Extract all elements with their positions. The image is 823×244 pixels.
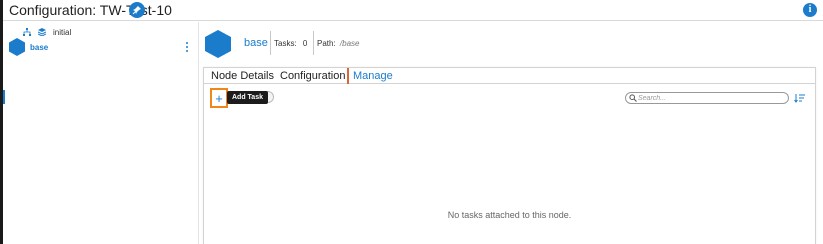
tab-manage[interactable]: Manage xyxy=(353,70,393,82)
tab-node-details[interactable]: Node Details xyxy=(211,70,274,82)
search-icon xyxy=(629,94,637,102)
tree-item-label: initial xyxy=(53,27,72,37)
node-path: Path: /base xyxy=(317,39,360,48)
page-title: Configuration: TW-Test-10 xyxy=(9,2,172,18)
node-panel: Node Details Configuration Manage + Add … xyxy=(203,67,816,244)
tab-bar: Node Details Configuration Manage xyxy=(204,68,815,84)
active-tab-marker xyxy=(347,68,349,84)
tasks-label: Tasks: xyxy=(274,39,297,48)
hierarchy-icon xyxy=(23,28,31,36)
divider xyxy=(270,31,271,55)
pin-icon[interactable] xyxy=(129,2,145,18)
pane-divider[interactable] xyxy=(198,22,199,244)
app-header: Configuration: TW-Test-10 i xyxy=(3,0,823,21)
search-box[interactable] xyxy=(625,92,789,104)
empty-state-message: No tasks attached to this node. xyxy=(447,210,572,220)
tasks-count: Tasks: 0 xyxy=(274,39,307,48)
layers-icon xyxy=(38,28,46,36)
kebab-menu-icon[interactable] xyxy=(184,41,190,53)
selection-marker xyxy=(3,90,5,104)
add-button-label: + xyxy=(215,90,223,106)
tree-item-base[interactable]: base xyxy=(9,38,194,56)
divider xyxy=(313,31,314,55)
tasks-value: 0 xyxy=(302,39,308,48)
search-input[interactable] xyxy=(638,93,783,103)
configuration-tree: initial base xyxy=(3,22,198,244)
add-task-tooltip: Add Task xyxy=(227,91,268,104)
tab-configuration[interactable]: Configuration xyxy=(280,70,345,82)
node-name: base xyxy=(244,37,268,49)
tree-item-initial[interactable]: initial xyxy=(23,26,71,38)
hexagon-icon xyxy=(205,30,231,58)
path-label: Path: xyxy=(317,39,336,48)
add-task-button[interactable]: + xyxy=(210,88,228,108)
sort-icon[interactable] xyxy=(794,93,806,103)
path-value: /base xyxy=(339,39,360,48)
tree-item-label: base xyxy=(30,43,49,52)
hexagon-icon xyxy=(9,38,25,56)
info-icon[interactable]: i xyxy=(803,3,817,17)
